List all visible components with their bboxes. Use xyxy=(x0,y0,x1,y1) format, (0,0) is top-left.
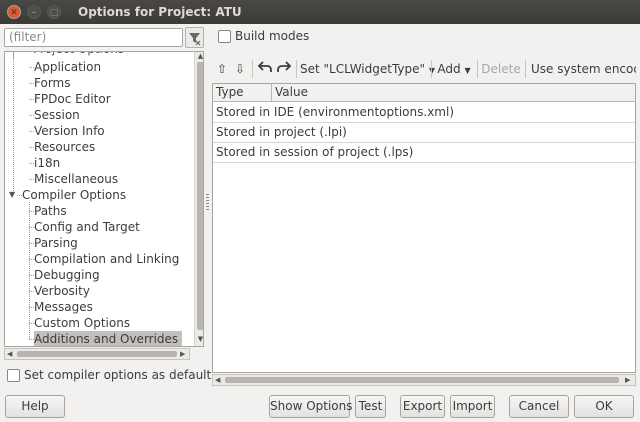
minimize-icon[interactable]: – xyxy=(27,5,41,19)
toolbar-separator xyxy=(296,60,297,78)
overrides-grid[interactable]: Type Value Stored in IDE (environmentopt… xyxy=(212,83,636,373)
set-widget-type-label: Set "LCLWidgetType" xyxy=(300,62,426,76)
add-button[interactable]: Add ▼ xyxy=(434,57,474,81)
scroll-left-icon[interactable]: ◀ xyxy=(215,375,220,385)
grid-horizontal-scrollbar[interactable]: ◀ ▶ xyxy=(212,374,636,386)
expand-chevron-icon[interactable]: ▼ xyxy=(9,190,15,199)
tree-item-partial: Project Options xyxy=(33,52,124,57)
build-modes-label: Build modes xyxy=(235,29,310,43)
column-header-type[interactable]: Type xyxy=(213,84,272,102)
export-button[interactable]: Export xyxy=(400,395,445,418)
build-modes-checkbox[interactable] xyxy=(218,30,231,43)
tree-item[interactable]: Custom Options xyxy=(34,315,130,331)
tree-item[interactable]: Version Info xyxy=(34,123,105,139)
splitter-handle[interactable] xyxy=(206,194,209,212)
cancel-button[interactable]: Cancel xyxy=(509,395,569,418)
grid-row[interactable]: Stored in session of project (.lps) xyxy=(213,143,635,163)
scroll-right-icon[interactable]: ▶ xyxy=(625,375,630,385)
compiler-default-checkbox[interactable] xyxy=(7,369,20,382)
use-system-encoding-button[interactable]: Use system encodin xyxy=(528,57,636,81)
toolbar-separator xyxy=(477,60,478,78)
tree-item[interactable]: Verbosity xyxy=(34,283,90,299)
undo-icon[interactable] xyxy=(256,57,274,81)
ok-button[interactable]: OK xyxy=(574,395,634,418)
import-button[interactable]: Import xyxy=(450,395,495,418)
tree-item[interactable]: Config and Target xyxy=(34,219,140,235)
help-button[interactable]: Help xyxy=(5,395,65,418)
tree-connector xyxy=(13,52,14,58)
scroll-left-icon[interactable]: ◀ xyxy=(7,349,12,359)
grid-row[interactable]: Stored in IDE (environmentoptions.xml) xyxy=(213,103,635,123)
tree-vertical-scrollbar[interactable]: ▲ ▼ xyxy=(194,52,203,346)
tree-item[interactable]: Application xyxy=(34,59,101,75)
tree-connector xyxy=(29,202,30,339)
tree-item[interactable]: Forms xyxy=(34,75,70,91)
redo-arrow-icon xyxy=(277,61,292,72)
tree-item[interactable]: Compiler Options xyxy=(22,187,126,203)
delete-button[interactable]: Delete xyxy=(480,57,522,81)
toolbar-separator xyxy=(431,60,432,78)
move-down-icon[interactable]: ⇩ xyxy=(232,57,248,81)
close-icon[interactable]: ✕ xyxy=(7,5,21,19)
maximize-icon[interactable]: □ xyxy=(47,5,61,19)
tree-item[interactable]: Additions and Overrides xyxy=(34,331,183,346)
title-bar: ✕ – □ Options for Project: ATU xyxy=(0,0,640,24)
funnel-icon xyxy=(189,33,201,46)
tree-item[interactable]: Parsing xyxy=(34,235,78,251)
set-widget-type-button[interactable]: Set "LCLWidgetType" ▼ xyxy=(300,57,435,81)
tree-item[interactable]: i18n xyxy=(34,155,60,171)
undo-arrow-icon xyxy=(257,61,272,72)
scroll-right-icon[interactable]: ▶ xyxy=(180,349,185,359)
scrollbar-thumb[interactable] xyxy=(197,62,203,330)
tree-item[interactable]: Resources xyxy=(34,139,95,155)
add-label: Add xyxy=(437,62,461,76)
tree-item[interactable]: Session xyxy=(34,107,80,123)
filter-input[interactable]: (filter) xyxy=(4,28,183,47)
scrollbar-thumb[interactable] xyxy=(17,351,177,357)
window-title: Options for Project: ATU xyxy=(78,5,242,19)
redo-icon[interactable] xyxy=(275,57,293,81)
toolbar: ⇧ ⇩ Set "LCLWidgetType" ▼ Add ▼ Delete U… xyxy=(212,57,636,81)
compiler-default-label: Set compiler options as default xyxy=(24,368,212,382)
scrollbar-thumb[interactable] xyxy=(225,377,619,383)
scroll-up-icon[interactable]: ▲ xyxy=(196,52,203,60)
tree-connector xyxy=(13,52,14,191)
scroll-down-icon[interactable]: ▼ xyxy=(196,335,203,343)
tree-item[interactable]: FPDoc Editor xyxy=(34,91,111,107)
toolbar-separator xyxy=(525,60,526,78)
tree-item[interactable]: Debugging xyxy=(34,267,100,283)
grid-row[interactable]: Stored in project (.lpi) xyxy=(213,123,635,143)
show-options-button[interactable]: Show Options xyxy=(269,395,353,418)
tree-item[interactable]: Messages xyxy=(34,299,93,315)
toolbar-separator xyxy=(252,60,253,78)
tree-item[interactable]: Miscellaneous xyxy=(34,171,118,187)
test-button[interactable]: Test xyxy=(355,395,386,418)
move-up-icon[interactable]: ⇧ xyxy=(214,57,230,81)
dropdown-arrow-icon: ▼ xyxy=(464,66,471,75)
options-tree[interactable]: Project Options ApplicationFormsFPDoc Ed… xyxy=(4,51,204,347)
column-header-value[interactable]: Value xyxy=(272,84,635,102)
tree-item[interactable]: Compilation and Linking xyxy=(34,251,179,267)
tree-item[interactable]: Paths xyxy=(34,203,67,219)
grid-header: Type Value xyxy=(213,84,635,102)
filter-clear-button[interactable] xyxy=(185,27,204,48)
tree-horizontal-scrollbar[interactable]: ◀ ▶ xyxy=(4,348,190,360)
